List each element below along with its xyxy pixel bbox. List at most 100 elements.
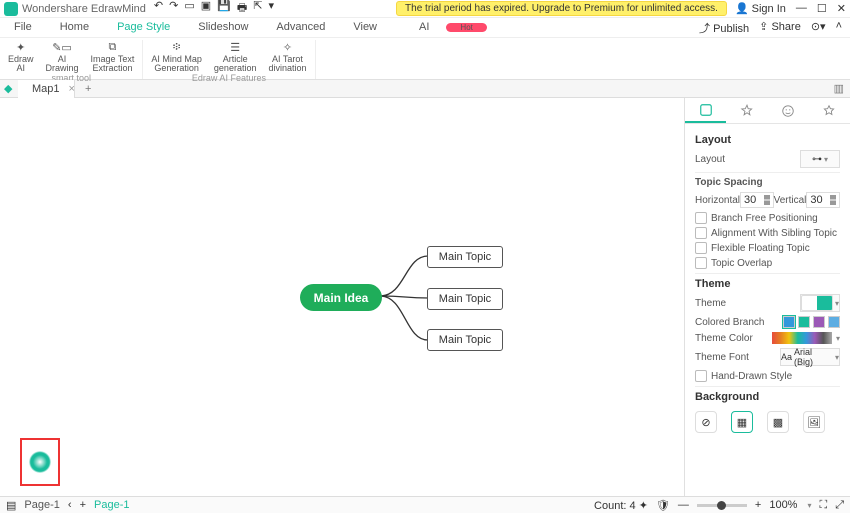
menu-home[interactable]: Home <box>46 17 103 38</box>
canvas[interactable]: Main Idea Main Topic Main Topic Main Top… <box>0 98 684 496</box>
menu-ai[interactable]: AIHot <box>391 17 501 38</box>
layout-label: Layout <box>695 154 725 165</box>
folder-icon[interactable]: ▣ <box>201 0 211 18</box>
bg-pattern[interactable]: ▩ <box>767 411 789 433</box>
vertical-label: Vertical <box>774 195 807 206</box>
menu-slideshow[interactable]: Slideshow <box>184 17 262 38</box>
colored-branch-label: Colored Branch <box>695 317 764 328</box>
ocr-icon: ⧉ <box>103 40 121 54</box>
theme-select[interactable]: ▾ <box>800 294 840 312</box>
layout-select[interactable]: ⊶▾ <box>800 150 840 168</box>
panel-tab-more[interactable] <box>809 98 850 123</box>
magic-icon: ✦ <box>12 40 30 54</box>
menu-page-style[interactable]: Page Style <box>103 17 184 38</box>
mind-topic-1[interactable]: Main Topic <box>427 246 503 268</box>
vertical-spinner[interactable]: 30 <box>806 192 840 208</box>
app-title: Wondershare EdrawMind <box>22 3 146 15</box>
page-active[interactable]: Page-1 <box>94 499 129 511</box>
user-icon: 👤 <box>735 2 749 15</box>
article-icon: ☰ <box>226 40 244 54</box>
tab-add-button[interactable]: + <box>79 83 97 95</box>
ai-assistant-bubble[interactable] <box>20 438 60 486</box>
share-button[interactable]: ⇪ Share <box>759 20 801 36</box>
background-section-title: Background <box>695 391 840 403</box>
trial-banner[interactable]: The trial period has expired. Upgrade to… <box>396 1 727 16</box>
check-overlap[interactable]: Topic Overlap <box>695 257 840 269</box>
page-chip-1[interactable]: Page-1 <box>24 499 59 511</box>
ribbon-article[interactable]: ☰Article generation <box>210 40 261 73</box>
ribbon-ai-drawing[interactable]: ✎▭AI Drawing <box>42 40 83 73</box>
mindmap-icon: ፨ <box>168 40 186 54</box>
more-icon[interactable]: ▾ <box>268 0 274 18</box>
outline-icon[interactable]: ▤ <box>6 499 16 512</box>
horizontal-spinner[interactable]: 30 <box>740 192 774 208</box>
maximize-button[interactable]: ☐ <box>817 2 827 15</box>
publish-button[interactable]: ⤴ Publish <box>699 20 749 36</box>
undo-icon[interactable]: ↶ <box>154 0 163 18</box>
menu-file[interactable]: File <box>0 17 46 38</box>
zoom-minus[interactable]: — <box>678 499 689 511</box>
count-label: Count: 4 ✦ <box>594 499 648 512</box>
menu-view[interactable]: View <box>339 17 391 38</box>
ai-badge: Hot <box>446 23 486 32</box>
panel-tab-layout[interactable] <box>685 98 726 123</box>
style-panel: Layout Layout ⊶▾ Topic Spacing Horizonta… <box>684 98 850 496</box>
split-view-icon[interactable]: ▥ <box>828 82 850 95</box>
export-icon[interactable]: ⇱ <box>253 0 262 18</box>
doc-icon: ◆ <box>4 82 18 96</box>
panel-tab-emoji[interactable] <box>768 98 809 123</box>
bg-color[interactable]: ▦ <box>731 411 753 433</box>
check-floating[interactable]: Flexible Floating Topic <box>695 242 840 254</box>
check-hand-drawn[interactable]: Hand-Drawn Style <box>695 370 840 382</box>
redo-icon[interactable]: ↷ <box>169 0 178 18</box>
connector-lines <box>380 246 430 356</box>
ribbon-image-text[interactable]: ⧉Image Text Extraction <box>87 40 139 73</box>
check-align-sibling[interactable]: Alignment With Sibling Topic <box>695 227 840 239</box>
ribbon-tarot[interactable]: ✧AI Tarot divination <box>264 40 310 73</box>
menu-advanced[interactable]: Advanced <box>262 17 339 38</box>
sign-in-button[interactable]: 👤 Sign In <box>735 2 786 15</box>
minimize-button[interactable]: — <box>796 2 807 15</box>
theme-section-title: Theme <box>695 278 840 290</box>
mind-topic-3[interactable]: Main Topic <box>427 329 503 351</box>
help-icon[interactable]: ⊙▾ <box>811 20 826 36</box>
close-button[interactable]: ✕ <box>837 2 846 15</box>
quick-access: ↶ ↷ ▭ ▣ 💾 🖶 ⇱ ▾ <box>154 0 274 18</box>
ai-orb-icon <box>29 451 51 473</box>
protect-icon[interactable]: 🛡 <box>656 499 670 512</box>
fullscreen-icon[interactable]: ⤢ <box>835 499 844 512</box>
theme-color-label: Theme Color <box>695 333 753 344</box>
tab-close-icon[interactable]: × <box>65 83 79 95</box>
theme-label: Theme <box>695 298 726 309</box>
theme-font-select[interactable]: Aa Arial (Big)▾ <box>780 348 840 366</box>
bg-image[interactable]: 🖼 <box>803 411 825 433</box>
zoom-plus[interactable]: + <box>755 499 761 511</box>
ribbon-mind-gen[interactable]: ፨AI Mind Map Generation <box>147 40 206 73</box>
spacing-title: Topic Spacing <box>695 177 840 188</box>
zoom-slider[interactable] <box>697 504 747 507</box>
tarot-icon: ✧ <box>278 40 296 54</box>
mind-topic-2[interactable]: Main Topic <box>427 288 503 310</box>
sign-in-label: Sign In <box>752 3 786 15</box>
app-logo <box>4 2 18 16</box>
print-icon[interactable]: 🖶 <box>237 0 247 18</box>
drawing-icon: ✎▭ <box>53 40 71 54</box>
new-icon[interactable]: ▭ <box>184 0 194 18</box>
zoom-value: 100% <box>769 499 797 511</box>
save-icon[interactable]: 💾 <box>217 0 231 18</box>
ribbon-edraw-ai[interactable]: ✦Edraw AI <box>4 40 38 73</box>
page-add-icon[interactable]: + <box>80 499 86 511</box>
horizontal-label: Horizontal <box>695 195 740 206</box>
page-prev-icon[interactable]: ‹ <box>68 499 72 511</box>
branch-scheme-swatches[interactable] <box>783 316 840 328</box>
theme-color-select[interactable]: ▾ <box>772 332 840 344</box>
check-free-position[interactable]: Branch Free Positioning <box>695 212 840 224</box>
layout-section-title: Layout <box>695 134 840 146</box>
fit-icon[interactable]: ⛶ <box>819 499 827 512</box>
mind-root-node[interactable]: Main Idea <box>300 284 382 311</box>
collapse-ribbon-icon[interactable]: ˄ <box>836 20 842 36</box>
bg-none[interactable]: ⊘ <box>695 411 717 433</box>
ribbon-group-ai: Edraw AI Features <box>192 73 266 84</box>
theme-font-label: Theme Font <box>695 352 749 363</box>
panel-tab-effects[interactable] <box>726 98 767 123</box>
